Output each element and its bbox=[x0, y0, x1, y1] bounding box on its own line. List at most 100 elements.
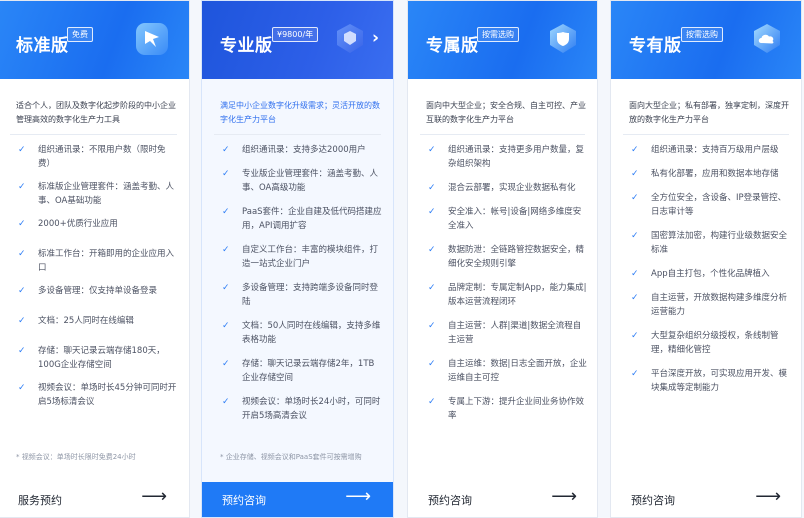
feature-text: 视频会议：单场时长24小时，可同时开启5场高清会议 bbox=[242, 397, 381, 421]
check-icon: ✓ bbox=[18, 182, 26, 192]
feature-item: ✓ 组织通讯录：支持百万级用户层级 bbox=[631, 143, 791, 157]
feature-item: ✓ 专属上下游：提升企业间业务协作效率 bbox=[428, 395, 588, 423]
feature-text: 存储：聊天记录云端存储2年，1TB企业存储空间 bbox=[242, 359, 375, 383]
check-icon: ✓ bbox=[428, 145, 436, 155]
cta-label: 服务预约 bbox=[18, 494, 62, 507]
plan-description: 适合个人，团队及数字化起步阶段的中小企业管理高效的数字化生产力工具 bbox=[16, 101, 176, 124]
feature-text: 文档：50人同时在线编辑，支持多维表格功能 bbox=[242, 321, 381, 345]
plan-card-standard: 标准版 免费 适合个人，团队及数字化起步阶段的中小企业管理高效的数字化生产力工具… bbox=[0, 0, 190, 518]
feature-list: ✓ 组织通讯录：支持多达2000用户 ✓ 专业版企业管理套件：涵盖考勤、人事、OA高… bbox=[222, 143, 382, 423]
feature-item: ✓ 国密算法加密，构建行业级数据安全标准 bbox=[631, 229, 791, 257]
check-icon: ✓ bbox=[222, 283, 230, 293]
feature-text: 平台深度开放，可实现应用开发、模块集成等定制能力 bbox=[651, 369, 788, 393]
feature-text: PaaS套件：企业自建及低代码搭建应用，API调用扩容 bbox=[242, 207, 382, 231]
feature-text: 安全准入：帐号|设备|网络多维度安全准入 bbox=[448, 207, 582, 231]
arrow-right-icon: ⟶ bbox=[755, 486, 781, 507]
feature-text: 2000+优质行业应用 bbox=[38, 219, 118, 229]
feature-item: ✓ 组织通讯录：支持更多用户数量，复杂组织架构 bbox=[428, 143, 588, 171]
plan-header: 专业版 ¥9800/年 › bbox=[202, 1, 393, 79]
feature-item: ✓ App自主打包，个性化品牌植入 bbox=[631, 267, 791, 281]
plan-title: 专有版 bbox=[629, 36, 682, 56]
feature-item: ✓ PaaS套件：企业自建及低代码搭建应用，API调用扩容 bbox=[222, 205, 382, 233]
feature-item: ✓ 标准版企业管理套件：涵盖考勤、人事、OA基础功能 bbox=[18, 180, 178, 208]
chevron-right-icon[interactable]: › bbox=[372, 28, 379, 48]
feature-text: App自主打包，个性化品牌植入 bbox=[651, 269, 770, 279]
feature-list: ✓ 组织通讯录：支持更多用户数量，复杂组织架构 ✓ 混合云部署，实现企业数据私有化 … bbox=[428, 143, 588, 423]
check-icon: ✓ bbox=[428, 283, 436, 293]
plan-badge: 按需选购 bbox=[477, 27, 519, 42]
feature-item: ✓ 自主运维：数据|日志全面开放，企业运维自主可控 bbox=[428, 357, 588, 385]
feature-text: 文档：25人同时在线编辑 bbox=[38, 316, 134, 326]
feature-item: ✓ 标准工作台：开箱即用的企业应用入口 bbox=[18, 247, 178, 275]
feature-text: 组织通讯录：支持百万级用户层级 bbox=[651, 145, 779, 155]
check-icon: ✓ bbox=[222, 321, 230, 331]
security-shield-icon bbox=[550, 24, 576, 53]
shield-icon bbox=[337, 24, 363, 53]
plan-card-dedicated: 专属版 按需选购 面向中大型企业；安全合规、自主可控、产业互联的数字化生产力平台… bbox=[407, 0, 598, 518]
feature-item: ✓ 自主运营，开放数据构建多维度分析运营能力 bbox=[631, 291, 791, 319]
check-icon: ✓ bbox=[18, 249, 26, 259]
feature-item: ✓ 文档：25人同时在线编辑 bbox=[18, 314, 178, 328]
check-icon: ✓ bbox=[428, 245, 436, 255]
plan-title: 专属版 bbox=[426, 36, 479, 56]
feature-item: ✓ 数据防泄：全链路管控数据安全，精细化安全规则引擎 bbox=[428, 243, 588, 271]
check-icon: ✓ bbox=[222, 245, 230, 255]
feature-item: ✓ 视频会议：单场时长24小时，可同时开启5场高清会议 bbox=[222, 395, 382, 423]
cta-button[interactable]: 预约咨询 ⟶ bbox=[408, 482, 597, 517]
feature-text: 大型复杂组织分级授权，条线制管理，精细化管控 bbox=[651, 331, 779, 355]
divider bbox=[420, 134, 585, 135]
arrow-right-icon: ⟶ bbox=[141, 486, 167, 507]
check-icon: ✓ bbox=[222, 145, 230, 155]
cta-label: 预约咨询 bbox=[222, 494, 266, 507]
feature-item: ✓ 专业版企业管理套件：涵盖考勤、人事、OA高级功能 bbox=[222, 167, 382, 195]
plan-description: 面向大型企业；私有部署，独享定制，深度开放的数字化生产力平台 bbox=[629, 101, 789, 124]
check-icon: ✓ bbox=[18, 346, 26, 356]
feature-item: ✓ 存储：聊天记录云端存储180天，100G企业存储空间 bbox=[18, 344, 178, 372]
feature-item: ✓ 私有化部署，应用和数据本地存储 bbox=[631, 167, 791, 181]
feature-item: ✓ 多设备管理：仅支持单设备登录 bbox=[18, 284, 178, 298]
check-icon: ✓ bbox=[428, 183, 436, 193]
feature-text: 国密算法加密，构建行业级数据安全标准 bbox=[651, 231, 788, 255]
feature-item: ✓ 自定义工作台：丰富的模块组件，打造一站式企业门户 bbox=[222, 243, 382, 271]
cta-label: 预约咨询 bbox=[428, 494, 472, 507]
plan-card-private: 专有版 按需选购 面向大型企业；私有部署，独享定制，深度开放的数字化生产力平台 … bbox=[610, 0, 802, 518]
check-icon: ✓ bbox=[18, 286, 26, 296]
check-icon: ✓ bbox=[631, 145, 639, 155]
feature-text: 视频会议：单场时长45分钟可同时开启5场标清会议 bbox=[38, 383, 177, 407]
feature-text: 多设备管理：支持跨端多设备同时登陆 bbox=[242, 283, 379, 307]
check-icon: ✓ bbox=[428, 321, 436, 331]
feature-text: 多设备管理：仅支持单设备登录 bbox=[38, 286, 158, 296]
plan-title: 标准版 bbox=[16, 36, 69, 56]
feature-text: 组织通讯录：不限用户数（限时免费） bbox=[38, 145, 166, 169]
feature-item: ✓ 视频会议：单场时长45分钟可同时开启5场标清会议 bbox=[18, 381, 178, 409]
cta-label: 预约咨询 bbox=[631, 494, 675, 507]
cta-button[interactable]: 预约咨询 ⟶ bbox=[611, 482, 801, 517]
check-icon: ✓ bbox=[631, 269, 639, 279]
check-icon: ✓ bbox=[631, 169, 639, 179]
feature-text: 混合云部署，实现企业数据私有化 bbox=[448, 183, 576, 193]
feature-item: ✓ 组织通讯录：支持多达2000用户 bbox=[222, 143, 382, 157]
plan-header: 专属版 按需选购 bbox=[408, 1, 597, 79]
check-icon: ✓ bbox=[428, 359, 436, 369]
feature-text: 全方位安全，含设备、IP登录管控、日志审计等 bbox=[651, 193, 787, 217]
divider bbox=[623, 134, 789, 135]
plan-header: 专有版 按需选购 bbox=[611, 1, 801, 79]
cta-button[interactable]: 服务预约 ⟶ bbox=[0, 482, 189, 517]
plan-note: * 企业存储、视频会议和PaaS套件可按需增购 bbox=[220, 453, 362, 461]
feature-item: ✓ 文档：50人同时在线编辑，支持多维表格功能 bbox=[222, 319, 382, 347]
plan-description: 满足中小企业数字化升级需求；灵活开放的数字化生产力平台 bbox=[220, 101, 380, 124]
check-icon: ✓ bbox=[222, 207, 230, 217]
cloud-icon bbox=[754, 24, 780, 53]
check-icon: ✓ bbox=[18, 383, 26, 393]
cta-button[interactable]: 预约咨询 ⟶ bbox=[202, 482, 393, 517]
feature-text: 自定义工作台：丰富的模块组件，打造一站式企业门户 bbox=[242, 245, 379, 269]
check-icon: ✓ bbox=[631, 231, 639, 241]
bird-icon bbox=[136, 23, 168, 55]
check-icon: ✓ bbox=[222, 169, 230, 179]
check-icon: ✓ bbox=[631, 369, 639, 379]
check-icon: ✓ bbox=[18, 316, 26, 326]
feature-item: ✓ 自主运营：人群|渠道|数据全流程自主运营 bbox=[428, 319, 588, 347]
plan-card-professional: 专业版 ¥9800/年 › 满足中小企业数字化升级需求；灵活开放的数字化生产力平… bbox=[201, 0, 394, 518]
feature-text: 专业版企业管理套件：涵盖考勤、人事、OA高级功能 bbox=[242, 169, 379, 193]
plan-title: 专业版 bbox=[220, 36, 273, 56]
